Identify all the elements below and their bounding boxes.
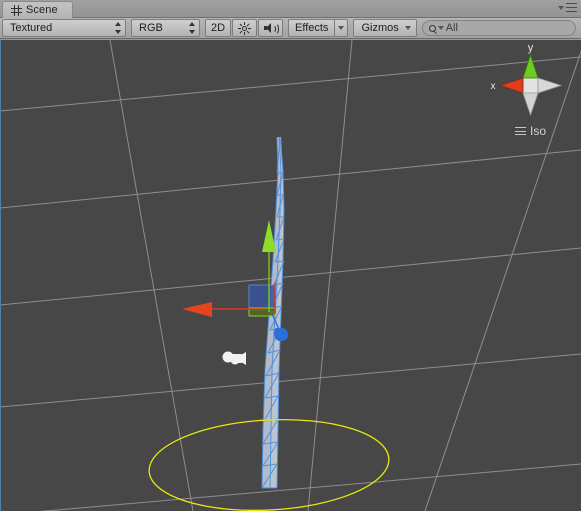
tab-bar: Scene: [0, 0, 581, 18]
audio-toggle-button[interactable]: [258, 19, 283, 37]
gizmos-dropdown[interactable]: Gizmos: [353, 19, 417, 37]
tab-bar-menu[interactable]: [558, 3, 577, 12]
draw-mode-label: Textured: [10, 22, 53, 34]
gizmo-axis-x-label: x: [491, 81, 496, 92]
gizmo-xy-plane-handle: [248, 284, 276, 311]
projection-mode-label: Iso: [530, 124, 547, 138]
active-panel-indicator: [0, 40, 1, 511]
updown-arrows-icon: [187, 22, 196, 34]
gizmos-label: Gizmos: [361, 22, 399, 34]
gizmo-y-axis-cone: [262, 220, 276, 252]
gizmo-x-axis-cone: [182, 302, 212, 317]
chevron-down-icon: [558, 5, 564, 10]
search-value: All: [445, 22, 458, 34]
scene-orientation-gizmo[interactable]: y x Iso: [487, 42, 573, 147]
camera-icon: [222, 351, 246, 365]
effects-dropdown[interactable]: Effects: [288, 19, 349, 37]
hamburger-icon: [515, 127, 526, 135]
tab-scene-label: Scene: [26, 4, 58, 16]
toggle-2d-label: 2D: [210, 22, 226, 34]
hamburger-menu-icon: [566, 3, 577, 12]
search-filter-chevron-down-icon[interactable]: [437, 26, 444, 30]
toggle-2d-button[interactable]: 2D: [205, 19, 231, 37]
sun-icon: [238, 21, 251, 35]
scene-viewport[interactable]: y x Iso: [0, 40, 581, 511]
search-icon: [428, 24, 436, 32]
gizmo-center-cube: [522, 77, 539, 94]
gizmo-axis-z-cone: [537, 77, 563, 94]
scene-toolbar: Textured RGB 2D Effects Gizmos All: [0, 18, 581, 39]
orientation-axes[interactable]: y x: [487, 42, 573, 122]
unity-scene-window: Scene Textured RGB 2D Effects Gizmos All…: [0, 0, 581, 511]
lighting-toggle-button[interactable]: [232, 19, 257, 37]
effects-chevron-down-icon[interactable]: [334, 19, 349, 37]
gizmo-axis-y-cone: [522, 53, 539, 79]
tab-scene[interactable]: Scene: [2, 1, 73, 18]
gizmo-axis-neg-y-cone: [522, 92, 539, 117]
projection-mode-toggle[interactable]: Iso: [515, 124, 546, 138]
color-mode-dropdown[interactable]: RGB: [131, 19, 200, 37]
gizmo-axis-x-cone: [498, 77, 524, 94]
search-input[interactable]: All: [421, 20, 576, 36]
grid-icon: [11, 4, 22, 16]
effects-label: Effects: [288, 19, 335, 37]
draw-mode-dropdown[interactable]: Textured: [2, 19, 126, 37]
chevron-down-icon: [404, 26, 411, 30]
gizmo-axis-y-label: y: [528, 42, 534, 54]
gizmo-z-axis-cone: [274, 328, 289, 342]
speaker-icon: [263, 22, 279, 35]
updown-arrows-icon: [113, 22, 122, 34]
color-mode-label: RGB: [139, 22, 163, 34]
